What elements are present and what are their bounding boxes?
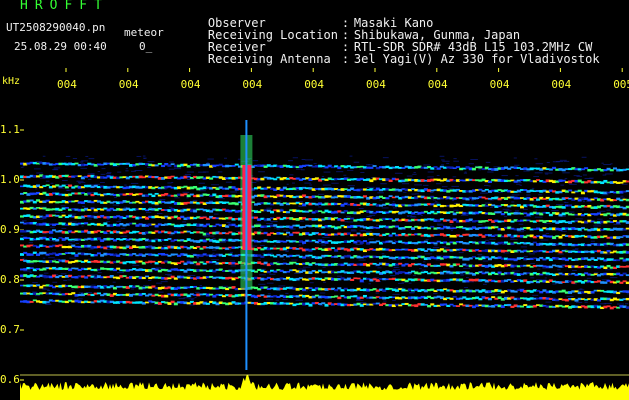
y-tick-label: 0.9	[0, 223, 20, 236]
carrier-band	[20, 251, 629, 262]
info-label: Receiving Antenna	[207, 52, 331, 66]
carrier-band	[20, 206, 629, 217]
file-name: UT2508290040.pn	[6, 21, 106, 34]
noise-floor	[20, 374, 629, 400]
y-tick-label: 1.1	[0, 123, 20, 136]
carrier-band	[20, 191, 629, 202]
y-tick-label: 0.6	[0, 373, 20, 386]
spectrogram-svg	[20, 68, 629, 400]
y-tick-label: 0.7	[0, 323, 20, 336]
carrier-band	[20, 292, 629, 302]
file-name-tail: meteor	[124, 26, 164, 39]
hrofft-window: HROFFT UT2508290040.pn meteor 25.08.29 0…	[0, 0, 629, 400]
app-title: HROFFT	[20, 0, 109, 13]
carrier-band	[20, 184, 629, 195]
meteor-echo	[240, 120, 253, 370]
y-axis-unit: kHz	[2, 76, 21, 87]
y-tick-label: 1.0	[0, 173, 20, 186]
date-time-tail: 0_	[139, 40, 153, 53]
carrier-band	[20, 214, 629, 224]
spectrogram	[20, 68, 629, 400]
info-value: 3el Yagi(V) Az 330 for Vladivostok	[353, 52, 600, 66]
date-time: 25.08.29 00:40	[14, 40, 107, 53]
y-tick-label: 0.8	[0, 273, 20, 286]
carrier-band	[20, 221, 629, 232]
carrier-band	[20, 299, 629, 310]
